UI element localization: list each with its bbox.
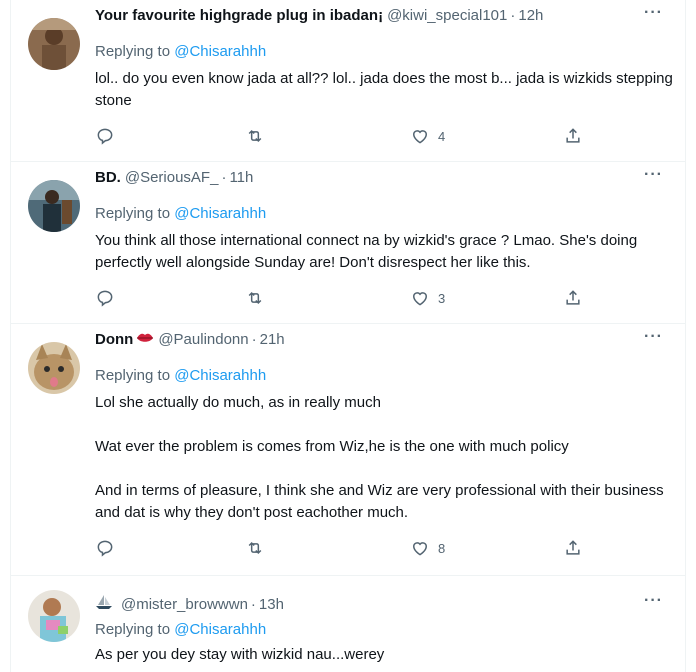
display-name[interactable]: Donn [95,331,133,348]
lips-icon [136,331,154,348]
timestamp[interactable]: 11h [229,169,253,186]
tweet[interactable]: Donn @Paulindonn · 21h ··· Replying to @… [10,324,686,576]
like-button[interactable]: 3 [410,288,445,308]
share-button[interactable] [563,126,583,146]
tweet[interactable]: BD. @SeriousAF_ · 11h ··· Replying to @C… [10,162,686,324]
reply-icon [97,540,113,557]
mention-link[interactable]: @Chisarahhh [174,367,266,384]
reply-icon [97,128,113,145]
timestamp[interactable]: 12h [518,7,543,24]
separator-dot: · [221,169,227,186]
retweet-icon [248,129,262,143]
heart-icon [412,542,428,556]
share-button[interactable] [563,538,583,558]
retweet-icon [248,541,262,555]
more-options-icon[interactable]: ··· [644,328,663,346]
mention-link[interactable]: @Chisarahhh [174,205,266,222]
tweet-text: lol.. do you even know jada at all?? lol… [95,68,675,112]
tweet-header: BD. @SeriousAF_ · 11h [95,169,635,186]
tweet[interactable]: Your favourite highgrade plug in ibadan¡… [10,0,686,162]
heart-icon [412,130,428,144]
like-button[interactable]: 4 [410,126,445,146]
replying-to-label: Replying to [95,43,171,60]
mention-link[interactable]: @Chisarahhh [174,43,266,60]
tweet-text-line: lol.. do you even know jada at all?? lol… [95,70,673,109]
timestamp[interactable]: 13h [259,596,284,613]
more-options-icon[interactable]: ··· [644,592,663,610]
like-count: 4 [438,128,446,144]
share-icon [566,128,580,143]
reply-button[interactable] [95,126,115,146]
replying-to: Replying to @Chisarahhh [95,43,266,60]
avatar[interactable] [28,590,80,642]
replying-to-label: Replying to [95,367,171,384]
user-handle[interactable]: @kiwi_special101 [387,7,507,24]
user-handle[interactable]: @SeriousAF_ [125,169,219,186]
like-button[interactable]: 8 [410,538,445,558]
separator-dot: · [250,595,256,613]
retweet-button[interactable] [245,538,265,558]
reply-button[interactable] [95,538,115,558]
separator-dot: · [251,331,257,348]
tweet-actions: 4 [95,126,585,150]
user-handle[interactable]: @mister_browwwn [121,596,248,613]
display-name[interactable]: BD. [95,169,121,186]
replying-to: Replying to @Chisarahhh [95,205,266,222]
ship-icon [95,594,113,614]
like-count: 8 [438,540,446,556]
tweet-header: Donn @Paulindonn · 21h [95,331,635,348]
tweet-header: @mister_browwwn · 13h [95,594,635,614]
tweet-text: You think all those international connec… [95,230,675,274]
share-icon [566,290,580,305]
tweet-text-line: Lol she actually do much, as in really m… [95,394,381,411]
like-count: 3 [438,290,446,306]
share-button[interactable] [563,288,583,308]
replying-to-label: Replying to [95,205,171,222]
avatar[interactable] [28,18,80,70]
avatar[interactable] [28,342,80,394]
tweet-text-line: You think all those international connec… [95,232,638,271]
tweet-header: Your favourite highgrade plug in ibadan¡… [95,7,635,24]
reply-icon [97,290,113,307]
tweet-text-line: Wat ever the problem is comes from Wiz,h… [95,438,569,455]
replying-to-label: Replying to [95,621,171,638]
tweet-text-line: And in terms of pleasure, I think she an… [95,482,664,521]
tweet-actions: 3 [95,288,585,312]
tweet-text: Lol she actually do much, as in really m… [95,392,675,524]
replying-to: Replying to @Chisarahhh [95,621,266,638]
heart-icon [412,292,428,306]
replying-to: Replying to @Chisarahhh [95,367,266,384]
tweet-text: As per you dey stay with wizkid nau...we… [95,644,675,666]
avatar[interactable] [28,180,80,232]
more-options-icon[interactable]: ··· [644,4,663,22]
retweet-button[interactable] [245,288,265,308]
retweet-button[interactable] [245,126,265,146]
tweet-actions: 8 [95,538,585,562]
tweet[interactable]: @mister_browwwn · 13h ··· Replying to @C… [10,576,686,672]
tweet-text-line: As per you dey stay with wizkid nau...we… [95,646,385,663]
mention-link[interactable]: @Chisarahhh [174,621,266,638]
timestamp[interactable]: 21h [260,331,285,348]
more-options-icon[interactable]: ··· [644,166,663,184]
user-handle[interactable]: @Paulindonn [158,331,248,348]
separator-dot: · [510,7,516,24]
share-icon [566,540,580,555]
reply-button[interactable] [95,288,115,308]
display-name[interactable]: Your favourite highgrade plug in ibadan¡ [95,7,383,24]
retweet-icon [248,291,262,305]
